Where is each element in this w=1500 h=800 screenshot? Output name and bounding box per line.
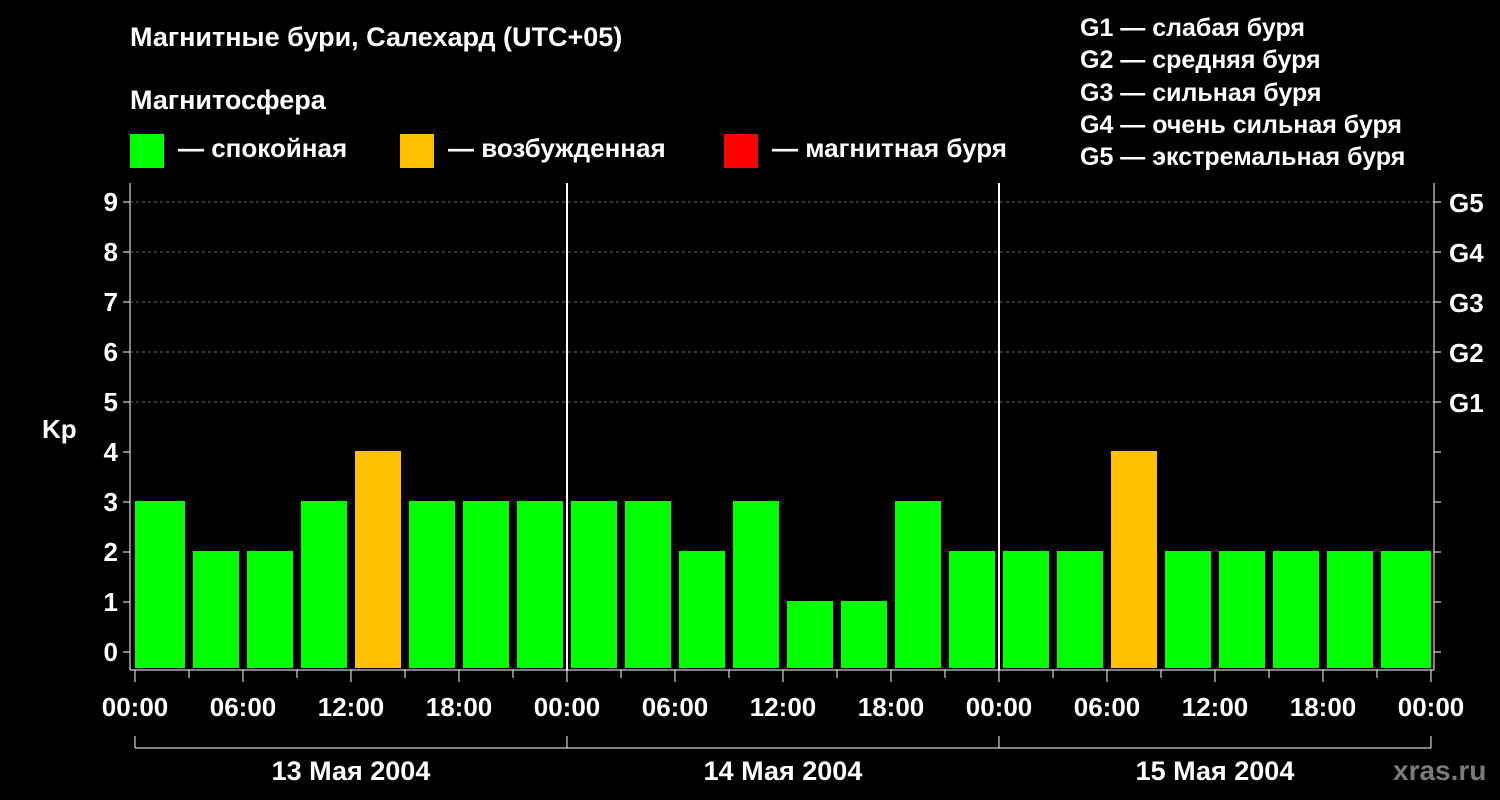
g-level-label: G1 xyxy=(1449,388,1484,418)
y-tick-label: 0 xyxy=(104,637,118,667)
x-tick-label: 00:00 xyxy=(1398,692,1465,722)
kp-bar xyxy=(571,501,617,668)
x-tick-label: 12:00 xyxy=(1182,692,1249,722)
x-tick-label: 18:00 xyxy=(426,692,493,722)
x-tick-label: 12:00 xyxy=(318,692,385,722)
kp-bar xyxy=(1111,451,1157,668)
kp-bar xyxy=(625,501,671,668)
x-tick-label: 06:00 xyxy=(1074,692,1141,722)
x-tick-label: 18:00 xyxy=(858,692,925,722)
kp-bar xyxy=(463,501,509,668)
y-tick-label: 7 xyxy=(104,287,118,317)
x-tick-label: 06:00 xyxy=(210,692,277,722)
kp-bar xyxy=(679,551,725,668)
kp-bar xyxy=(1165,551,1211,668)
kp-bar xyxy=(895,501,941,668)
y-axis-label: Kp xyxy=(42,414,77,444)
kp-bar xyxy=(1381,551,1431,668)
watermark: xras.ru xyxy=(1393,755,1487,786)
y-tick-label: 6 xyxy=(104,337,118,367)
g-level-label: G4 xyxy=(1449,238,1484,268)
kp-bar xyxy=(135,501,185,668)
kp-bar xyxy=(1003,551,1049,668)
kp-bar xyxy=(949,551,995,668)
x-tick-label: 00:00 xyxy=(966,692,1033,722)
kp-bar xyxy=(247,551,293,668)
x-tick-label: 00:00 xyxy=(102,692,169,722)
kp-bar xyxy=(733,501,779,668)
y-tick-label: 1 xyxy=(104,587,118,617)
kp-bar xyxy=(787,601,833,668)
g-level-label: G3 xyxy=(1449,288,1484,318)
y-tick-label: 9 xyxy=(104,187,118,217)
kp-chart: 0 1 2 3 4 5 6 7 8 9 G1 G2 G3 G4 G5 Kp 00:00 06:00 12:00 18:… xyxy=(42,183,1484,786)
kp-bar xyxy=(301,501,347,668)
x-tick-label: 12:00 xyxy=(750,692,817,722)
kp-bar xyxy=(1057,551,1103,668)
y-tick-label: 5 xyxy=(104,387,118,417)
x-tick-label: 06:00 xyxy=(642,692,709,722)
y-tick-label: 2 xyxy=(104,537,118,567)
kp-bar xyxy=(517,501,563,668)
kp-bar xyxy=(193,551,239,668)
g-level-label: G2 xyxy=(1449,338,1484,368)
day-label: 15 Мая 2004 xyxy=(1136,756,1295,786)
x-tick-label: 18:00 xyxy=(1290,692,1357,722)
y-tick-label: 3 xyxy=(104,487,118,517)
kp-bar xyxy=(1327,551,1373,668)
day-label: 14 Мая 2004 xyxy=(704,756,863,786)
g-level-label: G5 xyxy=(1449,188,1484,218)
kp-bar xyxy=(1219,551,1265,668)
y-tick-label: 4 xyxy=(104,437,119,467)
kp-bar xyxy=(1273,551,1319,668)
kp-bar xyxy=(409,501,455,668)
day-label: 13 Мая 2004 xyxy=(272,756,431,786)
y-tick-label: 8 xyxy=(104,237,118,267)
x-tick-label: 00:00 xyxy=(534,692,601,722)
kp-bar xyxy=(841,601,887,668)
kp-bar xyxy=(355,451,401,668)
